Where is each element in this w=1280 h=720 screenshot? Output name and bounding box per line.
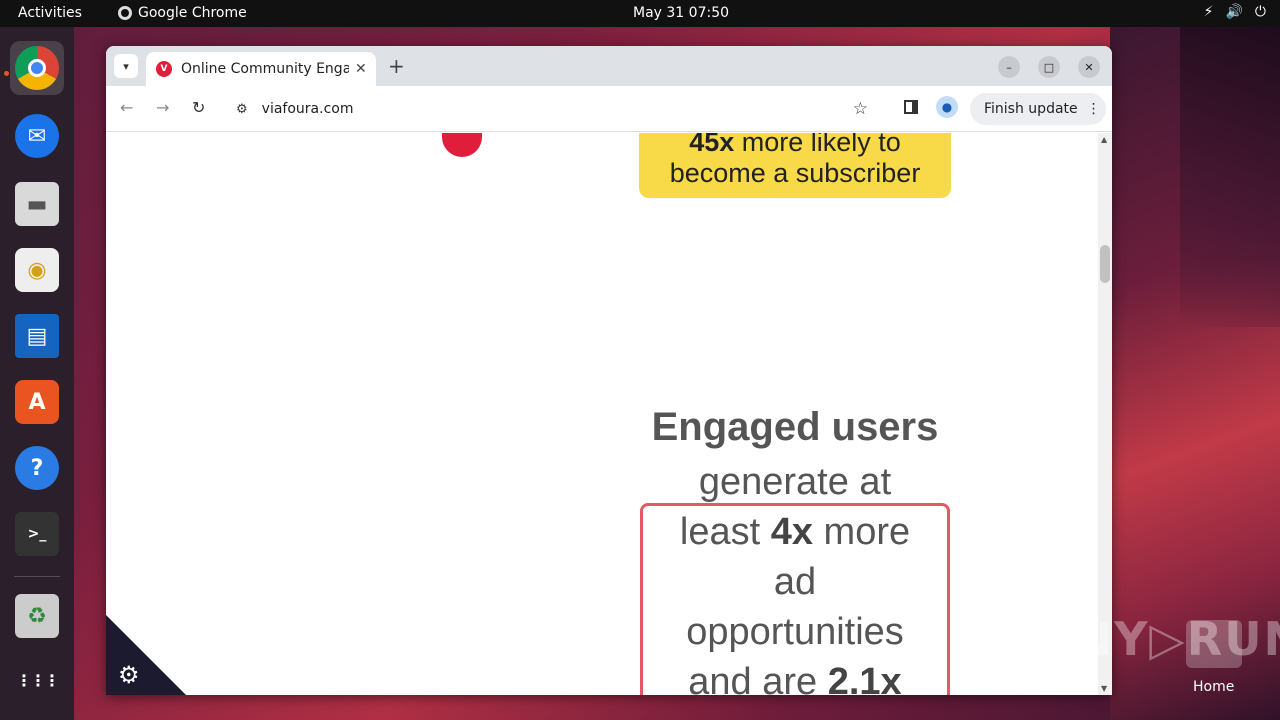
clock[interactable]: May 31 07:50: [633, 5, 729, 21]
dock-separator: [14, 576, 60, 577]
writer-icon: ▤: [15, 314, 59, 358]
gear-icon[interactable]: ⚙: [118, 661, 140, 690]
card-line-2: become a subscriber: [669, 158, 921, 188]
dock: ✉ ▬ ◉ ▤ A ? >_ ♻ ⋮⋮⋮: [0, 27, 74, 720]
dock-writer[interactable]: ▤: [10, 309, 64, 363]
tab-active[interactable]: V Online Community Engagement ✕: [146, 52, 376, 86]
tab-close-icon[interactable]: ✕: [355, 61, 367, 77]
tab-title: Online Community Engagement: [181, 61, 349, 77]
app-name: Google Chrome: [138, 5, 247, 21]
side-panel-icon[interactable]: [904, 100, 918, 114]
stat-line-4: opportunities: [686, 611, 904, 653]
page-content: 45x more likely to become a subscriber E…: [106, 133, 1098, 695]
app-menu[interactable]: Google Chrome: [118, 5, 247, 21]
dock-terminal[interactable]: >_: [10, 507, 64, 561]
dock-thunderbird[interactable]: ✉: [10, 109, 64, 163]
dock-app-grid[interactable]: ⋮⋮⋮: [10, 653, 64, 707]
network-icon: ⚡: [1203, 4, 1214, 20]
chrome-icon: [15, 46, 59, 90]
top-bar: Activities Google Chrome May 31 07:50 ⚡ …: [0, 0, 1280, 27]
browser-toolbar: ← → ↻ ⚙ viafoura.com ☆ ● Finish update ⋮: [106, 86, 1112, 132]
red-decorative-shape: [442, 133, 482, 157]
finish-update-button[interactable]: Finish update ⋮: [970, 93, 1106, 125]
stat-heading: Engaged users: [651, 405, 939, 449]
new-tab-button[interactable]: +: [388, 54, 405, 78]
forward-button[interactable]: →: [156, 98, 169, 117]
files-icon: ▬: [15, 182, 59, 226]
trash-icon: ♻: [15, 594, 59, 638]
stat-body: generate at least 4x more ad opportuniti…: [639, 457, 951, 695]
subscriber-stat-card: 45x more likely to become a subscriber: [639, 133, 951, 198]
finish-update-label: Finish update: [984, 101, 1078, 117]
thunderbird-icon: ✉: [15, 114, 59, 158]
tab-strip: ▾ V Online Community Engagement ✕ + – □ …: [106, 46, 1112, 86]
minimize-button[interactable]: –: [998, 56, 1020, 78]
rhythmbox-icon: ◉: [15, 248, 59, 292]
card-line-1: 45x more likely to: [689, 133, 901, 157]
scroll-up-arrow-icon[interactable]: ▲: [1101, 135, 1107, 144]
anyrun-watermark: ANY▷RUN: [1036, 612, 1280, 666]
address-bar[interactable]: ⚙ viafoura.com ☆: [226, 92, 882, 126]
scrollbar-thumb[interactable]: [1100, 245, 1110, 283]
tab-search-button[interactable]: ▾: [114, 54, 138, 78]
maximize-button[interactable]: □: [1038, 56, 1060, 78]
dock-chrome[interactable]: [10, 41, 64, 95]
bookmark-star-icon[interactable]: ☆: [853, 99, 868, 119]
back-button[interactable]: ←: [120, 98, 133, 117]
reload-button[interactable]: ↻: [192, 98, 205, 117]
scroll-down-arrow-icon[interactable]: ▼: [1101, 684, 1107, 693]
site-info-icon[interactable]: ⚙: [236, 102, 248, 117]
browser-window: ▾ V Online Community Engagement ✕ + – □ …: [106, 46, 1112, 695]
system-tray[interactable]: ⚡ 🔊 ⏻: [1204, 4, 1266, 20]
close-window-button[interactable]: ✕: [1078, 56, 1100, 78]
dock-files[interactable]: ▬: [10, 177, 64, 231]
app-center-icon: A: [15, 380, 59, 424]
url-text: viafoura.com: [261, 101, 354, 117]
page-scrollbar[interactable]: ▲ ▼: [1098, 133, 1112, 695]
stat-line-2: least 4x more: [679, 511, 911, 553]
wallpaper-shadow: [1180, 27, 1280, 327]
volume-icon: 🔊: [1225, 4, 1243, 20]
stat-line-5: and are 2.1x: [688, 661, 902, 695]
dock-trash[interactable]: ♻: [10, 589, 64, 643]
activities-button[interactable]: Activities: [18, 5, 82, 21]
profile-avatar-icon[interactable]: ●: [936, 96, 958, 118]
help-icon: ?: [15, 446, 59, 490]
power-icon: ⏻: [1254, 4, 1266, 20]
stat-line-1: generate at: [698, 461, 892, 503]
dock-rhythmbox[interactable]: ◉: [10, 243, 64, 297]
dock-app-center[interactable]: A: [10, 375, 64, 429]
chrome-icon: [118, 6, 132, 20]
kebab-menu-icon[interactable]: ⋮: [1087, 101, 1101, 117]
viafoura-favicon-icon: V: [156, 61, 172, 77]
stat-line-3: ad: [773, 561, 817, 603]
app-grid-icon: ⋮⋮⋮: [16, 670, 60, 690]
dock-help[interactable]: ?: [10, 441, 64, 495]
terminal-icon: >_: [15, 512, 59, 556]
running-indicator: [4, 71, 9, 76]
home-folder-label: Home: [1193, 679, 1235, 695]
